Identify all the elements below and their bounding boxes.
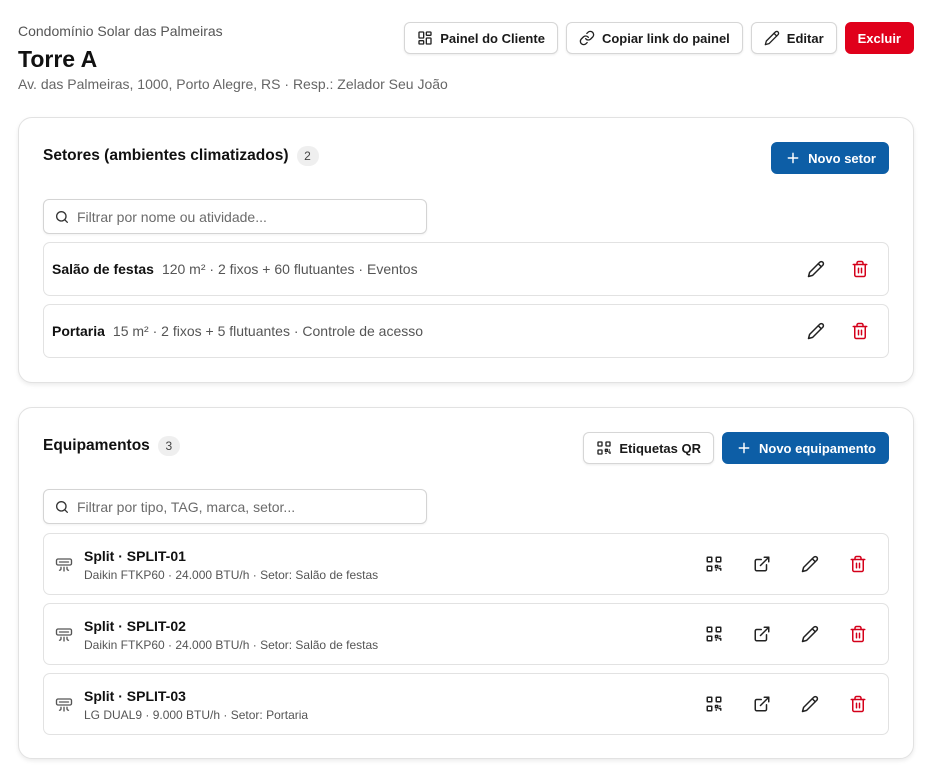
- sectors-actions: Novo setor: [771, 142, 889, 174]
- breadcrumb[interactable]: Condomínio Solar das Palmeiras: [18, 23, 223, 39]
- equipment-row[interactable]: Split · SPLIT-01 Daikin FTKP60 · 24.000 …: [43, 533, 889, 595]
- edit-equipment-button[interactable]: [788, 547, 832, 581]
- edit-equipment-button[interactable]: [788, 617, 832, 651]
- sector-row[interactable]: Salão de festas 120 m² · 2 fixos + 60 fl…: [43, 242, 889, 296]
- pencil-icon: [801, 555, 819, 573]
- qr-labels-label: Etiquetas QR: [619, 440, 701, 456]
- plus-icon: [738, 442, 750, 454]
- equipment-name: Split · SPLIT-03: [84, 688, 186, 704]
- equipment-name: Split · SPLIT-01: [84, 548, 186, 564]
- equipment-row-actions: [692, 534, 880, 594]
- sectors-search-input[interactable]: [77, 208, 416, 225]
- delete-equipment-button[interactable]: [836, 547, 880, 581]
- new-sector-label: Novo setor: [808, 150, 876, 166]
- equipment-title: Equipamentos: [43, 437, 150, 454]
- trash-icon: [852, 322, 868, 340]
- open-equipment-button[interactable]: [740, 547, 784, 581]
- new-equipment-button[interactable]: Novo equipamento: [721, 432, 889, 464]
- trash-icon: [852, 260, 868, 278]
- sector-meta: 15 m² · 2 fixos + 5 flutuantes · Control…: [112, 323, 424, 339]
- pencil-icon: [807, 260, 825, 278]
- copy-panel-link-label: Copiar link do painel: [601, 30, 730, 46]
- delete-equipment-button[interactable]: [836, 617, 880, 651]
- new-equipment-label: Novo equipamento: [758, 440, 876, 456]
- edit-sector-button[interactable]: [794, 252, 838, 286]
- sector-name: Portaria: [52, 323, 105, 339]
- copy-panel-link-button[interactable]: Copiar link do painel: [565, 22, 743, 54]
- edit-label: Editar: [786, 30, 824, 46]
- building-address: Av. das Palmeiras, 1000, Porto Alegre, R…: [18, 76, 448, 92]
- equipment-row[interactable]: Split · SPLIT-02 Daikin FTKP60 · 24.000 …: [43, 603, 889, 665]
- trash-icon: [850, 695, 866, 713]
- sectors-search[interactable]: [43, 199, 427, 234]
- open-equipment-button[interactable]: [740, 617, 784, 651]
- equipment-title-row: Equipamentos 3: [43, 436, 180, 456]
- sectors-count-badge: 2: [296, 146, 319, 166]
- external-link-icon: [754, 696, 770, 712]
- pencil-icon: [801, 625, 819, 643]
- sector-meta: 120 m² · 2 fixos + 60 flutuantes · Event…: [161, 261, 418, 277]
- equipment-search[interactable]: [43, 489, 427, 524]
- trash-icon: [850, 555, 866, 573]
- qr-code-button[interactable]: [692, 547, 736, 581]
- equipment-row[interactable]: Split · SPLIT-03 LG DUAL9 · 9.000 BTU/h …: [43, 673, 889, 735]
- sector-name: Salão de festas: [52, 261, 154, 277]
- equipment-meta: LG DUAL9 · 9.000 BTU/h · Setor: Portaria: [84, 708, 309, 722]
- search-icon: [56, 210, 68, 223]
- client-panel-button[interactable]: Painel do Cliente: [404, 22, 558, 54]
- delete-sector-button[interactable]: [838, 252, 882, 286]
- grid-icon: [418, 31, 432, 45]
- delete-button[interactable]: Excluir: [844, 22, 914, 54]
- equipment-card: Equipamentos 3 Etiquetas QR Novo equipam…: [18, 407, 914, 759]
- qr-code-icon: [597, 441, 612, 455]
- external-link-icon: [754, 556, 770, 572]
- air-conditioner-icon: [55, 628, 73, 642]
- open-equipment-button[interactable]: [740, 687, 784, 721]
- delete-equipment-button[interactable]: [836, 687, 880, 721]
- equipment-name: Split · SPLIT-02: [84, 618, 186, 634]
- qr-code-button[interactable]: [692, 687, 736, 721]
- edit-sector-button[interactable]: [794, 314, 838, 348]
- delete-label: Excluir: [857, 30, 901, 46]
- air-conditioner-icon: [55, 558, 73, 572]
- page-header: Condomínio Solar das Palmeiras Torre A A…: [18, 22, 914, 102]
- equipment-count-badge: 3: [157, 436, 180, 456]
- sectors-title: Setores (ambientes climatizados): [43, 147, 289, 164]
- new-sector-button[interactable]: Novo setor: [771, 142, 889, 174]
- trash-icon: [850, 625, 866, 643]
- qr-code-button[interactable]: [692, 617, 736, 651]
- sector-row-actions: [794, 243, 882, 295]
- qr-labels-button[interactable]: Etiquetas QR: [583, 432, 714, 464]
- plus-icon: [787, 152, 799, 164]
- search-icon: [56, 500, 68, 513]
- link-icon: [579, 30, 595, 46]
- air-conditioner-icon: [55, 698, 73, 712]
- client-panel-label: Painel do Cliente: [440, 30, 545, 46]
- sectors-card: Setores (ambientes climatizados) 2 Novo …: [18, 117, 914, 383]
- qr-code-icon: [706, 696, 722, 712]
- delete-sector-button[interactable]: [838, 314, 882, 348]
- header-actions: Painel do Cliente Copiar link do painel …: [404, 22, 914, 54]
- sector-row[interactable]: Portaria 15 m² · 2 fixos + 5 flutuantes …: [43, 304, 889, 358]
- pencil-icon: [801, 695, 819, 713]
- equipment-row-actions: [692, 674, 880, 734]
- edit-button[interactable]: Editar: [750, 22, 837, 54]
- pencil-icon: [764, 30, 780, 46]
- sector-row-actions: [794, 305, 882, 357]
- pencil-icon: [807, 322, 825, 340]
- equipment-actions: Etiquetas QR Novo equipamento: [583, 432, 889, 464]
- sectors-title-row: Setores (ambientes climatizados) 2: [43, 146, 319, 166]
- qr-code-icon: [706, 556, 722, 572]
- equipment-search-input[interactable]: [77, 498, 416, 515]
- equipment-meta: Daikin FTKP60 · 24.000 BTU/h · Setor: Sa…: [84, 568, 379, 582]
- page-title: Torre A: [18, 46, 98, 72]
- external-link-icon: [754, 626, 770, 642]
- equipment-row-actions: [692, 604, 880, 664]
- edit-equipment-button[interactable]: [788, 687, 832, 721]
- qr-code-icon: [706, 626, 722, 642]
- equipment-meta: Daikin FTKP60 · 24.000 BTU/h · Setor: Sa…: [84, 638, 379, 652]
